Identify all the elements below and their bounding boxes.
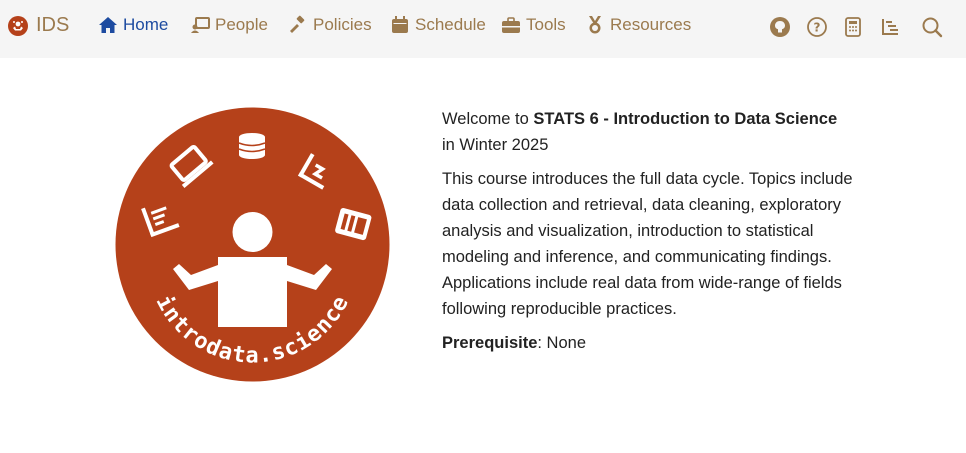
help-icon[interactable]: ? [806, 16, 828, 38]
nav-home-label: Home [123, 15, 169, 34]
prerequisite-separator: : [537, 334, 547, 352]
introdata-science-logo: introdata.science [115, 107, 390, 382]
prerequisite-label: Prerequisite [442, 334, 538, 352]
outline-icon[interactable] [879, 16, 901, 38]
github-icon[interactable] [769, 16, 791, 38]
nav-policies-label: Policies [313, 15, 372, 34]
nav-schedule[interactable]: Schedule [390, 15, 486, 35]
nav-resources[interactable]: Resources [585, 15, 691, 35]
course-description: This course introduces the full data cyc… [442, 170, 853, 318]
brand-logo-icon [8, 15, 28, 36]
brand-link[interactable]: IDS [8, 14, 69, 37]
medal-icon [589, 16, 601, 34]
course-term: in Winter 2025 [442, 136, 549, 154]
svg-text:?: ? [814, 21, 821, 35]
search-icon[interactable] [921, 16, 943, 38]
nav-policies[interactable]: Policies [288, 15, 372, 35]
prerequisite-value: None [546, 334, 586, 352]
home-icon [99, 17, 117, 33]
calculator-icon[interactable] [842, 16, 864, 38]
course-title: STATS 6 - Introduction to Data Science [533, 110, 838, 128]
nav-schedule-label: Schedule [415, 15, 486, 34]
brand-text: IDS [36, 14, 70, 36]
toolbox-icon [502, 17, 520, 33]
gavel-icon [290, 15, 305, 33]
welcome-prefix: Welcome to [442, 110, 534, 128]
nav-people[interactable]: People [190, 15, 268, 35]
calendar-icon [392, 16, 408, 33]
nav-resources-label: Resources [610, 15, 692, 34]
people-board-icon [191, 17, 210, 33]
welcome-paragraph: Welcome to STATS 6 - Introduction to Dat… [442, 106, 872, 158]
nav-people-label: People [215, 15, 268, 34]
nav-tools[interactable]: Tools [501, 15, 566, 35]
nav-home[interactable]: Home [98, 15, 168, 35]
course-intro: Welcome to STATS 6 - Introduction to Dat… [442, 106, 872, 364]
top-navbar: IDS Home People Policies Schedule Tools … [0, 0, 966, 58]
prerequisite-paragraph: Prerequisite: None [442, 330, 872, 356]
nav-tools-label: Tools [526, 15, 566, 34]
